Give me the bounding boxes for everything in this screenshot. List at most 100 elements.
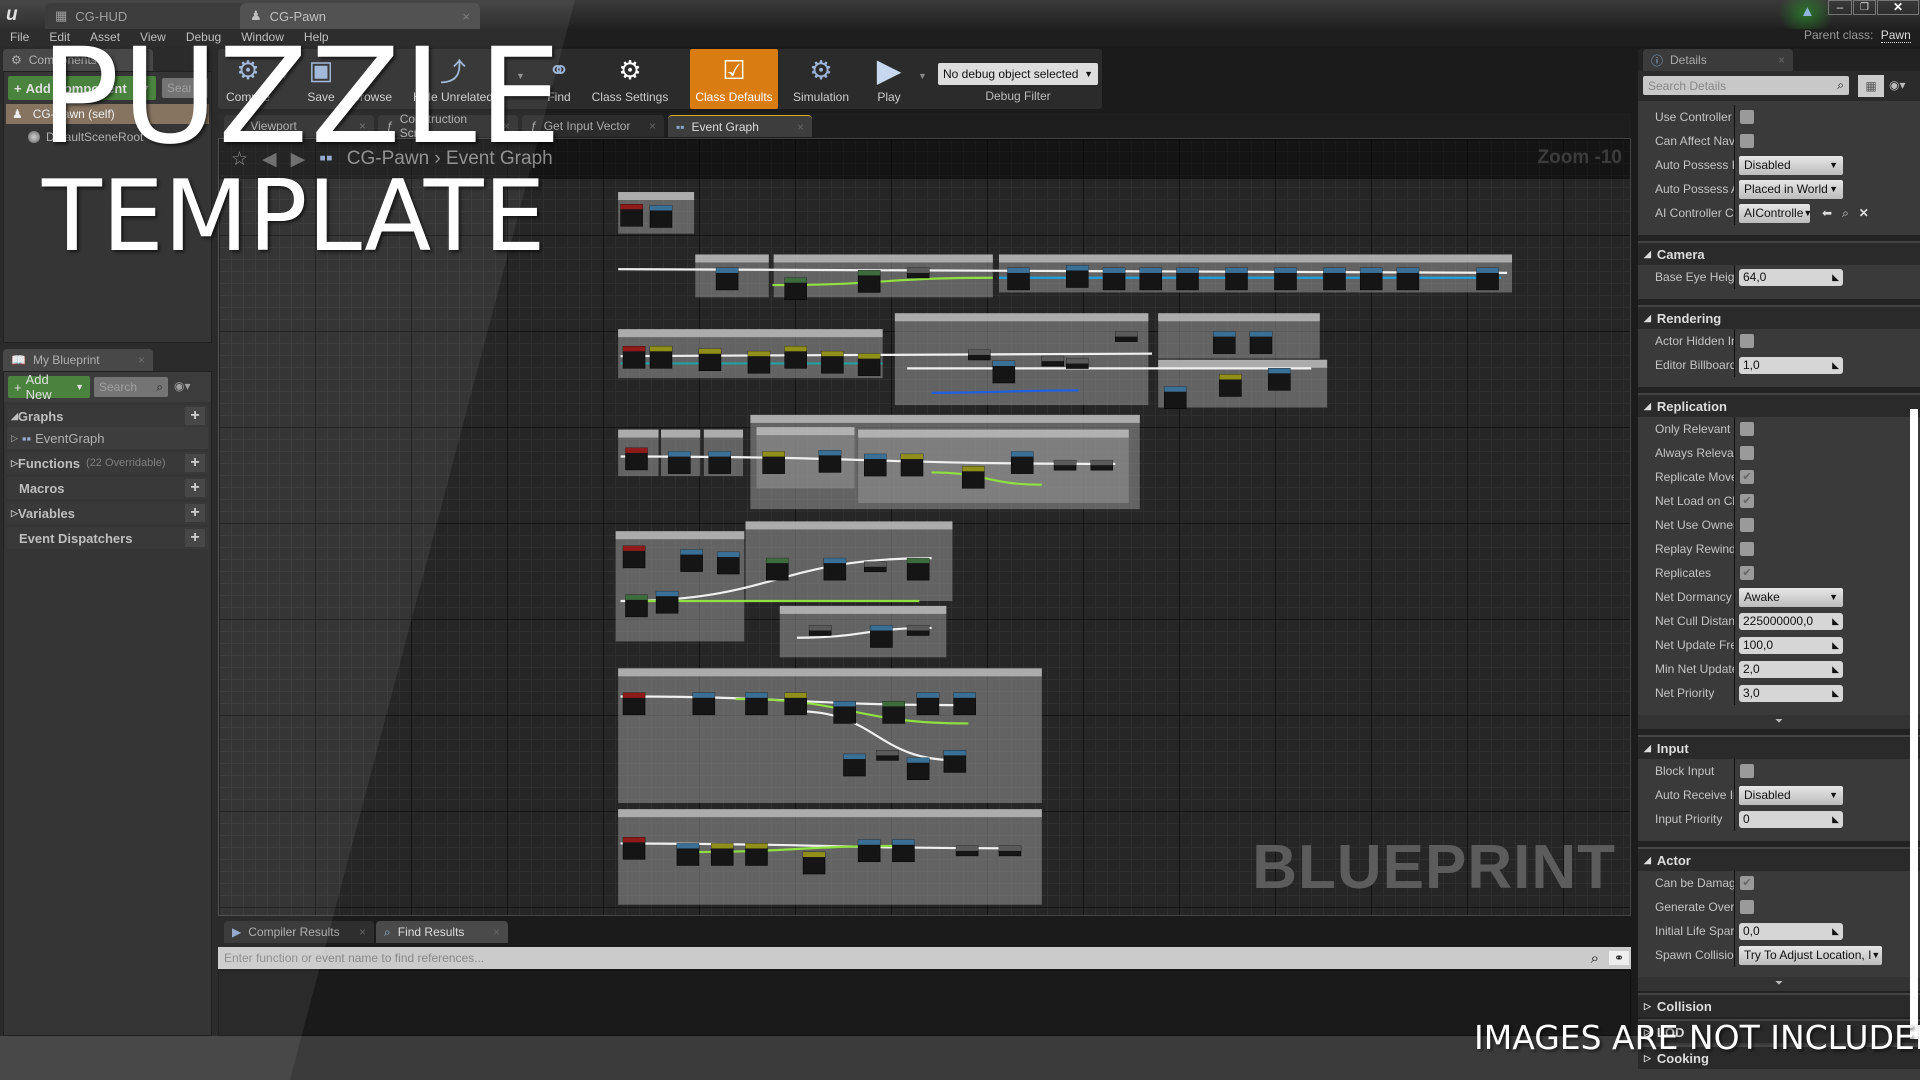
save-button[interactable]: ▣ Save <box>298 49 344 109</box>
add-new-button[interactable]: + Add New ▼ <box>8 372 90 402</box>
section-header-collision[interactable]: ▷ Collision <box>1638 993 1920 1017</box>
graph-item-eventgraph[interactable]: ▷ ▪▪ EventGraph <box>7 427 208 449</box>
tree-item-self[interactable]: ♟ CG-Pawn (self) <box>6 104 209 124</box>
tab-viewport[interactable]: ▦ Viewport × <box>224 115 374 137</box>
class-settings-button[interactable]: ⚙ Class Settings <box>588 49 672 109</box>
close-icon[interactable]: × <box>359 925 366 939</box>
tree-item-default-scene-root[interactable]: DefaultSceneRoot <box>28 130 143 144</box>
property-dropdown[interactable]: Try To Adjust Location, I ▼ <box>1739 945 1882 965</box>
property-number-field[interactable]: 64,0 ◣ <box>1739 268 1843 286</box>
breadcrumb-item[interactable]: Event Graph <box>446 148 553 169</box>
tab-find-results[interactable]: ⌕ Find Results × <box>376 921 508 943</box>
close-icon[interactable]: × <box>493 925 500 939</box>
menu-window[interactable]: Window <box>241 29 295 46</box>
tab-event-graph[interactable]: ▪▪ Event Graph × <box>668 115 812 137</box>
close-icon[interactable]: × <box>1778 53 1785 67</box>
close-icon[interactable]: × <box>797 120 804 134</box>
property-checkbox[interactable] <box>1740 334 1754 348</box>
forward-arrow-icon[interactable]: ▶ <box>291 148 306 171</box>
section-header-cooking[interactable]: ▷ Cooking <box>1638 1045 1920 1069</box>
section-header-lod[interactable]: ▷ LOD <box>1638 1019 1920 1043</box>
visibility-eye-icon[interactable]: ◉▾ <box>174 379 191 393</box>
property-checkbox[interactable] <box>1740 446 1754 460</box>
my-blueprint-search-input[interactable]: Search ⌕ <box>94 377 168 397</box>
compile-button[interactable]: ⚙ Compile <box>220 49 276 109</box>
binoculars-icon[interactable]: ⚭ <box>1609 951 1629 965</box>
property-dropdown[interactable]: Disabled ▼ <box>1739 785 1843 805</box>
find-references-input[interactable]: Enter function or event name to find ref… <box>218 947 1631 969</box>
minimize-button[interactable]: – <box>1828 0 1852 15</box>
advanced-expander-icon[interactable]: ⏷ <box>1638 715 1920 729</box>
section-header-rendering[interactable]: ◢ Rendering <box>1638 305 1920 329</box>
play-options-chevron-icon[interactable]: ▼ <box>918 71 927 81</box>
details-scrollbar[interactable] <box>1910 409 1918 1039</box>
section-header-actor[interactable]: ◢ Actor <box>1638 847 1920 871</box>
find-button[interactable]: ⚭ Find <box>536 49 582 109</box>
debug-object-dropdown[interactable]: No debug object selected ▼ <box>938 63 1098 85</box>
property-number-field[interactable]: 3,0 ◣ <box>1739 684 1843 702</box>
property-checkbox[interactable]: ✔ <box>1740 566 1754 580</box>
property-matrix-icon[interactable]: ▦ <box>1858 75 1884 97</box>
property-number-field[interactable]: 100,0 ◣ <box>1739 636 1843 654</box>
back-arrow-icon[interactable]: ◀ <box>262 148 277 171</box>
menu-file[interactable]: File <box>10 29 40 46</box>
close-icon[interactable]: × <box>138 353 145 367</box>
property-checkbox[interactable]: ✔ <box>1740 494 1754 508</box>
property-checkbox[interactable]: ✔ <box>1740 470 1754 484</box>
restore-button[interactable]: ❐ <box>1853 0 1876 15</box>
add-graph-button[interactable]: + <box>185 407 205 425</box>
property-checkbox[interactable] <box>1740 110 1754 124</box>
property-number-field[interactable]: 225000000,0 ◣ <box>1739 612 1843 630</box>
clear-x-icon[interactable]: ✕ <box>1859 206 1869 220</box>
section-macros[interactable]: Macros + <box>7 477 208 499</box>
search-details-input[interactable]: Search Details ⌕ <box>1643 76 1849 95</box>
section-variables[interactable]: ▷ Variables + <box>7 502 208 524</box>
section-header-camera[interactable]: ◢ Camera <box>1638 241 1920 265</box>
property-dropdown[interactable]: Placed in World ▼ <box>1739 179 1843 199</box>
section-event-dispatchers[interactable]: Event Dispatchers + <box>7 527 208 549</box>
tab-compiler-results[interactable]: ▶ Compiler Results × <box>224 921 374 943</box>
section-graphs[interactable]: ◢ Graphs + <box>7 405 208 427</box>
add-dispatcher-button[interactable]: + <box>185 529 205 547</box>
close-window-button[interactable]: ✕ <box>1877 0 1919 15</box>
close-icon[interactable]: × <box>359 119 366 133</box>
property-number-field[interactable]: 1,0 ◣ <box>1739 356 1843 374</box>
menu-asset[interactable]: Asset <box>90 29 131 46</box>
menu-help[interactable]: Help <box>304 29 340 46</box>
close-icon[interactable]: × <box>649 119 656 133</box>
add-component-button[interactable]: + Add Component ▼ <box>8 76 156 100</box>
parent-class-link[interactable]: Pawn <box>1880 28 1911 43</box>
menu-edit[interactable]: Edit <box>49 29 81 46</box>
close-icon[interactable]: × <box>138 53 145 67</box>
browse-search-icon[interactable]: ⌕ <box>1842 206 1849 221</box>
play-button[interactable]: ▶ Play <box>866 49 912 109</box>
add-variable-button[interactable]: + <box>185 504 205 522</box>
section-functions[interactable]: ▷ Functions (22 Overridable) + <box>7 452 208 474</box>
browse-button[interactable]: ● Browse <box>346 49 398 109</box>
hide-unrelated-chevron-icon[interactable]: ▼ <box>516 71 525 81</box>
property-number-field[interactable]: 2,0 ◣ <box>1739 660 1843 678</box>
close-icon[interactable]: × <box>503 119 510 133</box>
graduation-cap-icon[interactable]: ▲ <box>1800 3 1815 20</box>
property-checkbox[interactable] <box>1740 518 1754 532</box>
property-checkbox[interactable] <box>1740 134 1754 148</box>
property-checkbox[interactable] <box>1740 764 1754 778</box>
tab-components[interactable]: ⚙ Components × <box>3 49 153 71</box>
menu-view[interactable]: View <box>140 29 177 46</box>
search-icon[interactable]: ⌕ <box>1591 950 1599 967</box>
close-icon[interactable]: × <box>462 9 470 24</box>
section-header-input[interactable]: ◢ Input <box>1638 735 1920 759</box>
add-macro-button[interactable]: + <box>185 479 205 497</box>
property-checkbox[interactable] <box>1740 422 1754 436</box>
property-dropdown[interactable]: Disabled ▼ <box>1739 155 1843 175</box>
use-selected-arrow-icon[interactable]: ⬅ <box>1822 206 1832 220</box>
property-number-field[interactable]: 0 ◣ <box>1739 810 1843 828</box>
favorite-star-icon[interactable]: ☆ <box>231 148 248 171</box>
property-checkbox[interactable] <box>1740 542 1754 556</box>
tab-my-blueprint[interactable]: 📖 My Blueprint × <box>3 349 153 371</box>
tab-get-input-vector[interactable]: ƒ Get Input Vector × <box>522 115 664 137</box>
class-picker-dropdown[interactable]: AIControlle ▼ <box>1739 203 1810 223</box>
visibility-eye-icon[interactable]: ◉▾ <box>1889 78 1906 92</box>
window-tab-cg-pawn[interactable]: ♟ CG-Pawn × <box>240 3 480 29</box>
property-number-field[interactable]: 0,0 ◣ <box>1739 922 1843 940</box>
